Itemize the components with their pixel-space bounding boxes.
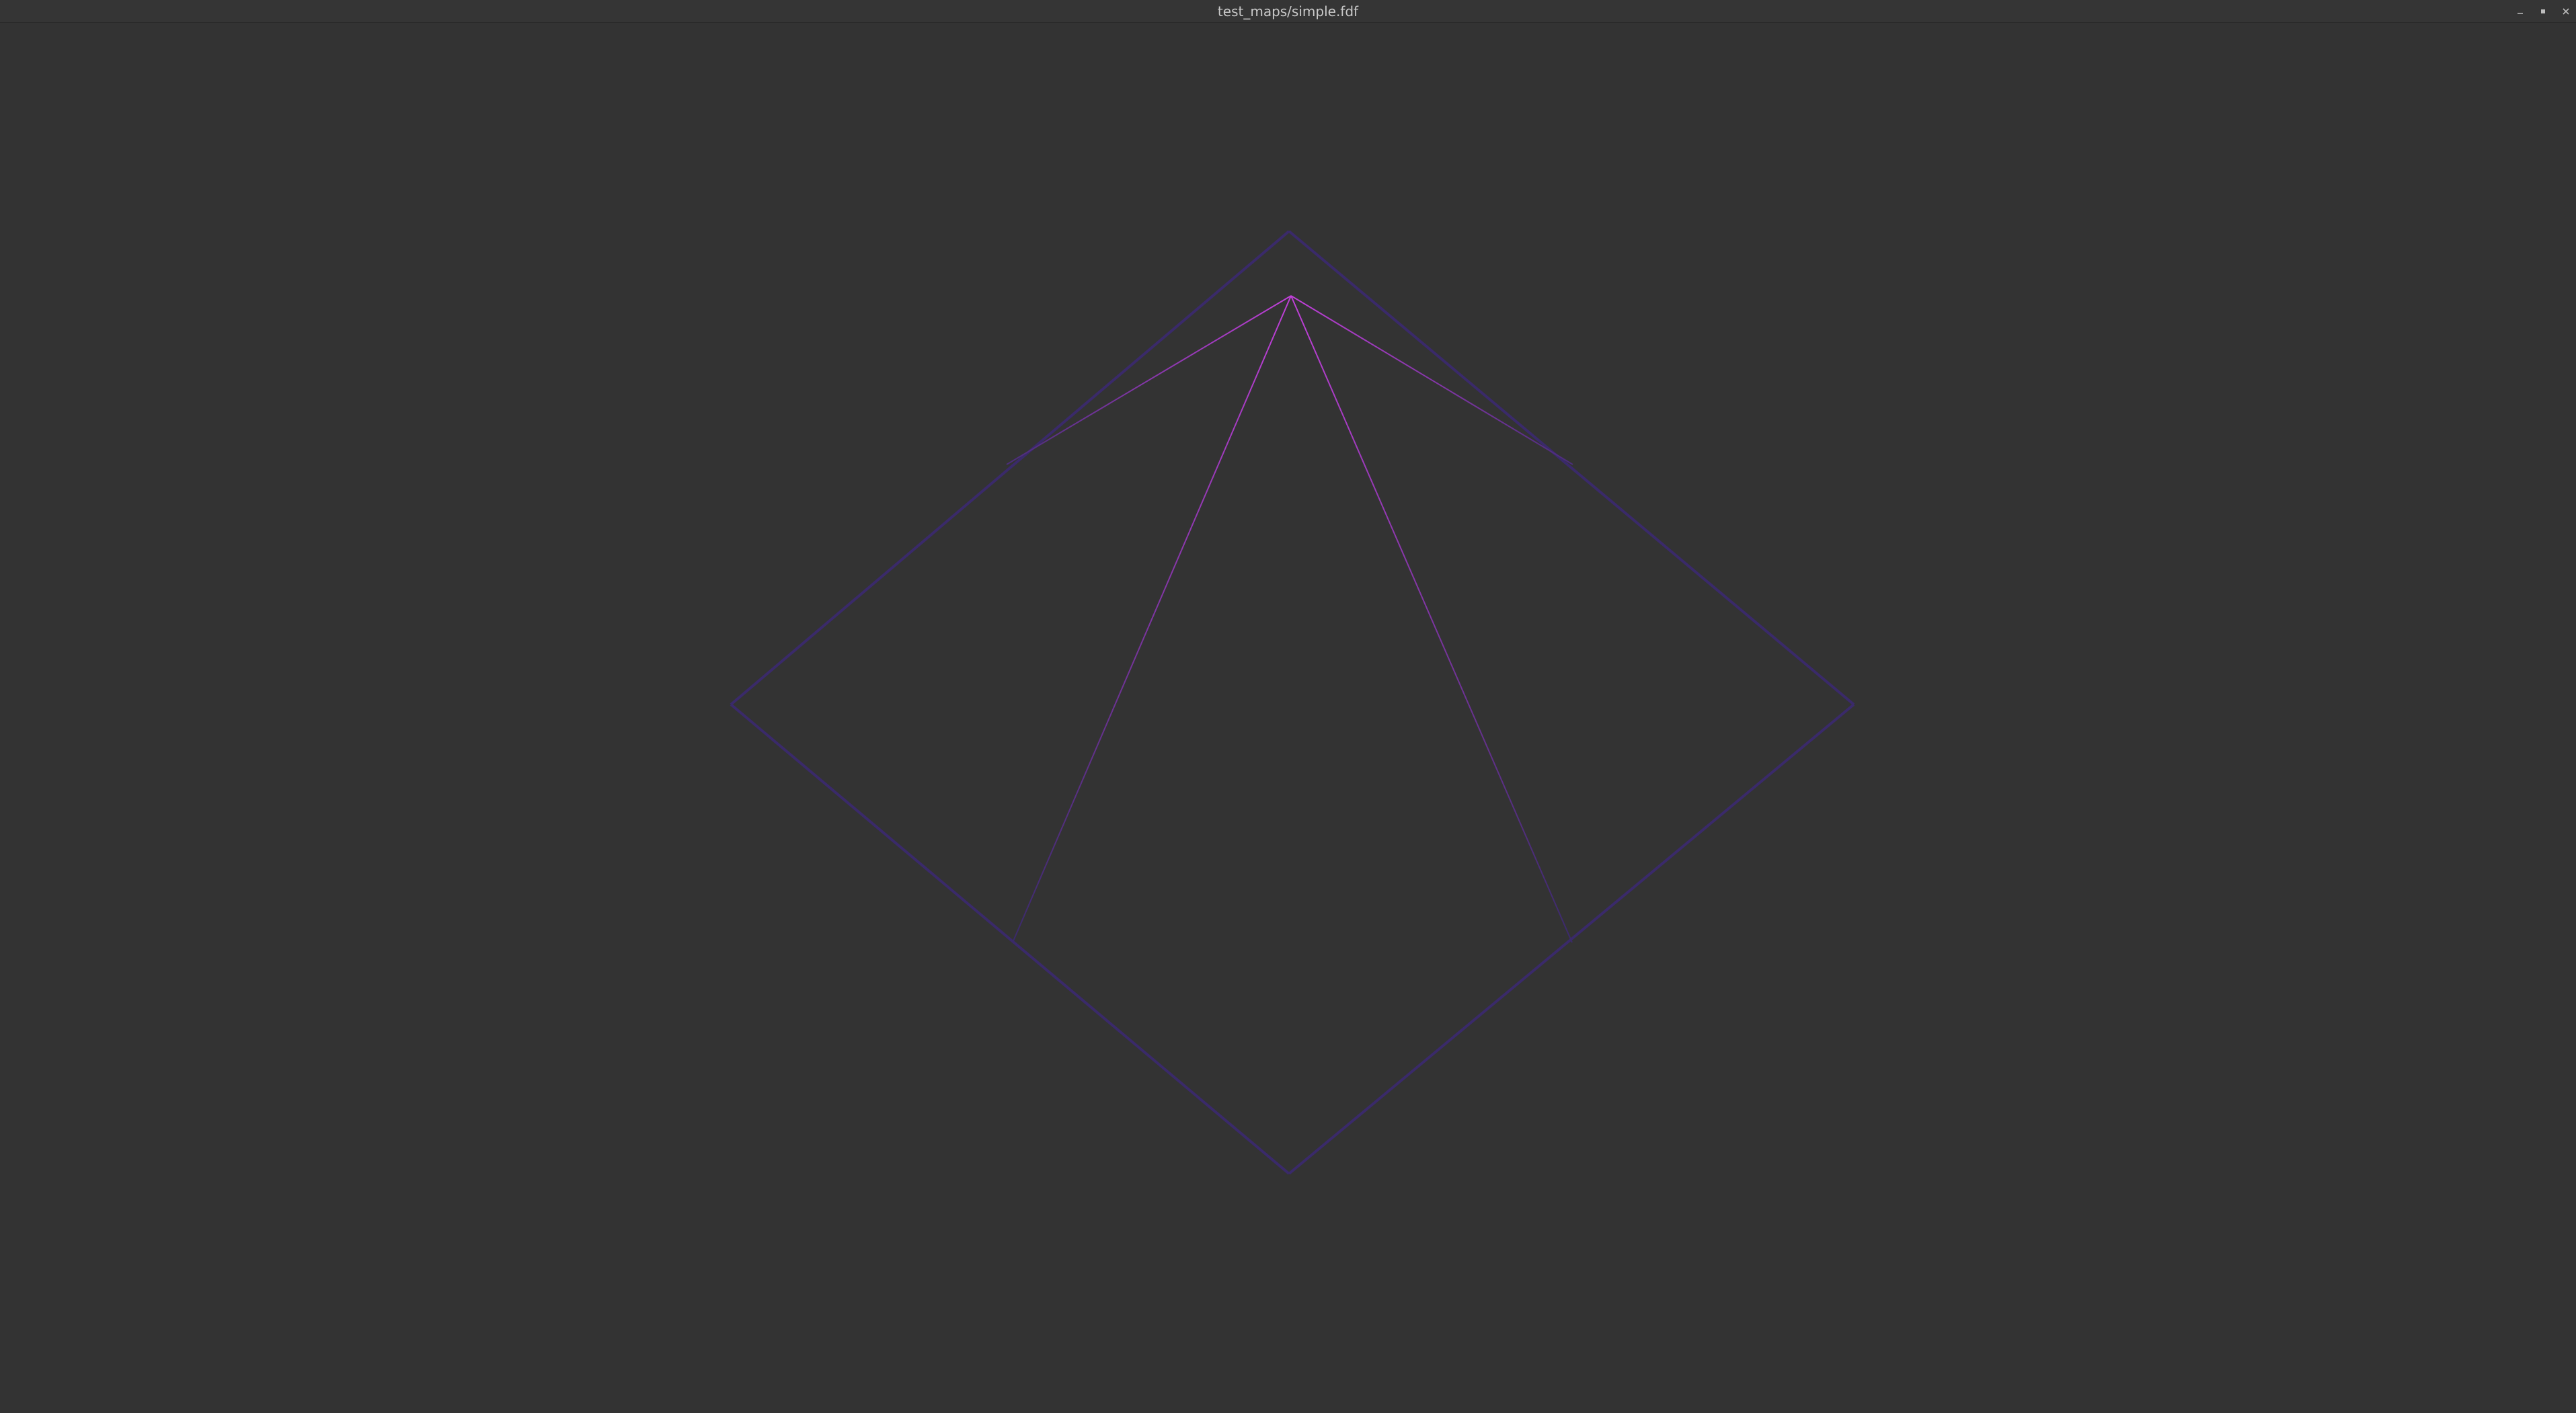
edge-bottom-left — [730, 703, 1290, 1175]
pyramid-edges — [1006, 295, 1573, 943]
window-title: test_maps/simple.fdf — [1217, 3, 1359, 19]
close-icon[interactable] — [2560, 5, 2572, 17]
minimize-icon[interactable] — [2514, 5, 2526, 17]
window-controls — [2514, 0, 2572, 23]
edge-top-left — [730, 230, 1290, 706]
app-window: test_maps/simple.fdf — [0, 0, 2576, 1413]
edge-top-right — [1288, 230, 1855, 706]
maximize-icon[interactable] — [2537, 5, 2549, 17]
title-bar[interactable]: test_maps/simple.fdf — [0, 0, 2576, 23]
edge-peak-front-right — [1290, 295, 1573, 943]
wireframe-canvas — [730, 230, 1855, 1175]
edge-peak-back-left — [1006, 295, 1292, 465]
base-diamond — [730, 230, 1855, 1175]
edge-peak-back-right — [1290, 295, 1573, 465]
edge-bottom-right — [1288, 703, 1855, 1175]
edge-peak-front-left — [1012, 295, 1292, 943]
